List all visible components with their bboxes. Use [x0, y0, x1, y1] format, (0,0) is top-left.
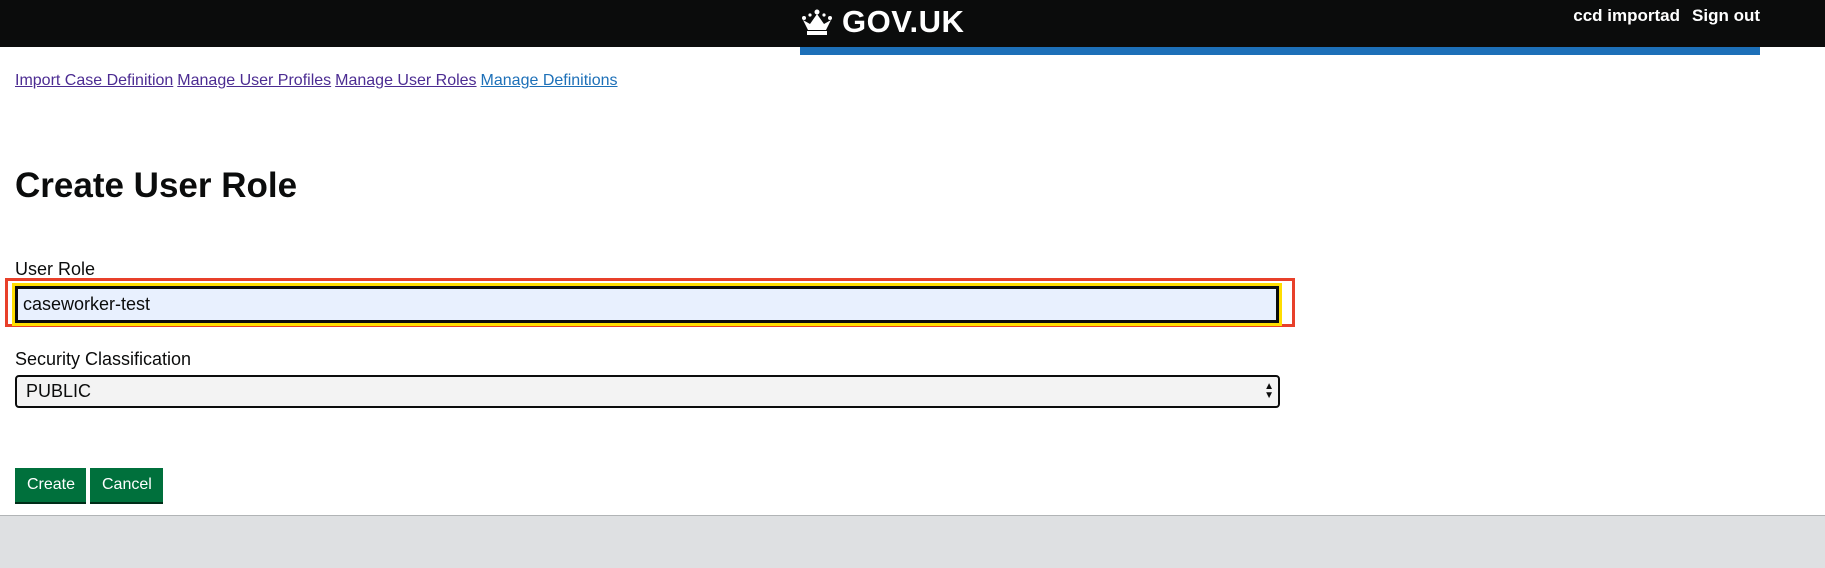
cancel-button[interactable]: Cancel — [90, 468, 163, 502]
header-user-area: ccd importad Sign out — [1573, 6, 1760, 26]
logo-text: GOV.UK — [842, 4, 965, 39]
security-classification-value: PUBLIC — [26, 381, 92, 401]
security-classification-select[interactable]: PUBLIC ▲ ▼ — [15, 375, 1280, 408]
security-classification-label: Security Classification — [15, 349, 192, 369]
user-role-input[interactable] — [12, 283, 1282, 326]
user-role-label: User Role — [15, 259, 96, 279]
site-footer — [0, 515, 1825, 568]
nav-link-manage-user-profiles[interactable]: Manage User Profiles — [177, 72, 331, 90]
select-arrows-icon: ▲ ▼ — [1264, 381, 1274, 401]
nav-link-manage-user-roles[interactable]: Manage User Roles — [335, 72, 476, 90]
create-button[interactable]: Create — [15, 468, 86, 502]
header-accent-bar — [800, 47, 1760, 55]
sign-out-link[interactable]: Sign out — [1692, 6, 1760, 26]
nav-link-manage-definitions[interactable]: Manage Definitions — [481, 72, 618, 90]
user-name: ccd importad — [1573, 6, 1681, 25]
admin-nav: Import Case Definition Manage User Profi… — [15, 72, 618, 90]
nav-link-import-case-definition[interactable]: Import Case Definition — [15, 72, 173, 90]
crown-icon — [802, 9, 832, 35]
govuk-logo[interactable]: GOV.UK — [799, 2, 964, 42]
page-title: Create User Role — [15, 166, 298, 205]
site-header: GOV.UK ccd importad Sign out — [0, 0, 1825, 47]
